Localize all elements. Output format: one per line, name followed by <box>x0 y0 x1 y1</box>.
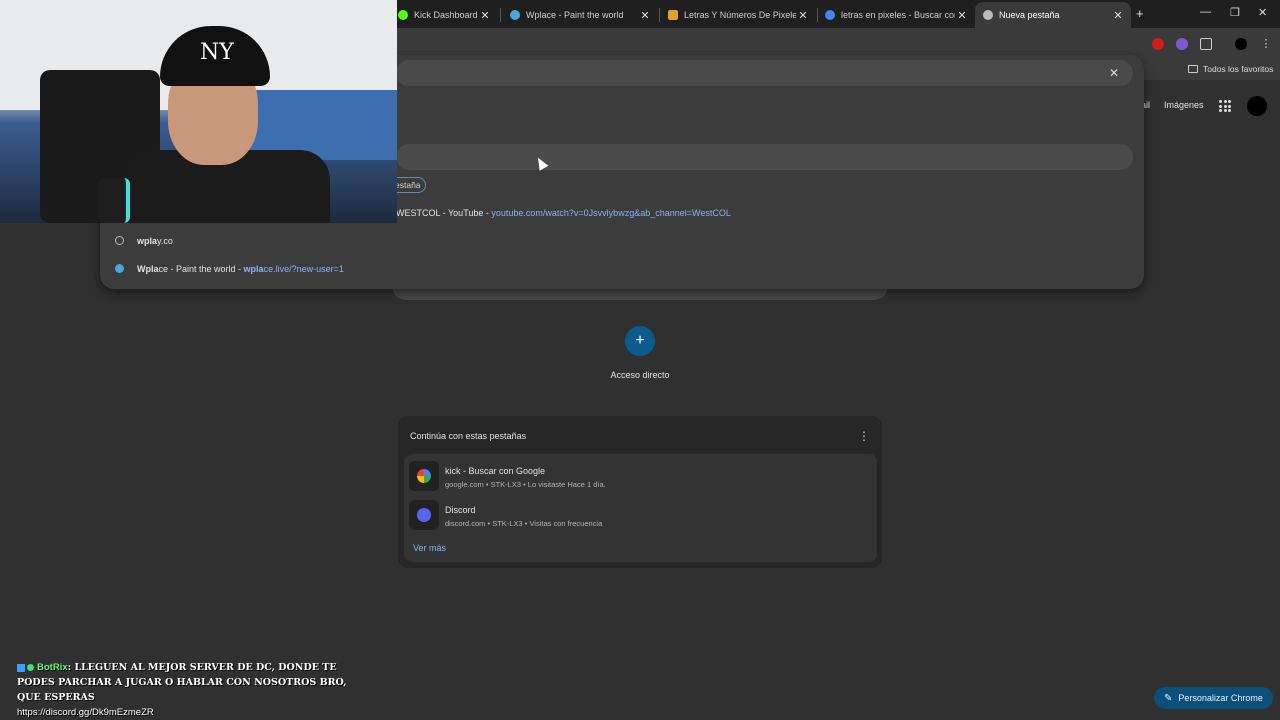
verified-badge-icon <box>27 664 34 671</box>
wplace-suggestion[interactable]: Wplace - Paint the world - wplace.live/?… <box>137 264 344 274</box>
tab-separator <box>500 8 501 22</box>
suggestion-title: WESTCOL - YouTube <box>396 208 484 218</box>
close-icon[interactable]: ✕ <box>478 9 492 22</box>
suggestion-url-match: wpla <box>243 264 264 274</box>
microphone <box>98 178 130 223</box>
google-icon <box>409 461 439 491</box>
clear-icon[interactable]: ✕ <box>1109 66 1119 80</box>
add-shortcut-button[interactable]: + <box>625 326 655 356</box>
tab-letras-pixeles[interactable]: letras en pixeles - Buscar con G ✕ <box>817 2 975 28</box>
bot-badge-icon <box>17 663 25 672</box>
tab-title: Nueva pestaña <box>999 10 1060 20</box>
puzzle-icon[interactable] <box>1200 38 1212 50</box>
tab-title: Letras Y Números De Pixeles Ve <box>684 10 796 20</box>
images-link[interactable]: Imágenes <box>1164 100 1204 110</box>
browser-window: Kick Dashboard ✕ Wplace - Paint the worl… <box>0 0 1280 720</box>
suggestion-rest: y.co <box>157 236 173 246</box>
account-avatar[interactable] <box>1247 96 1267 116</box>
suggestion-rest: ce - Paint the world - <box>158 264 244 274</box>
tab-title: Wplace - Paint the world <box>526 10 624 20</box>
history-suggestion[interactable]: WESTCOL - YouTube - youtube.com/watch?v=… <box>396 208 731 218</box>
wplace-icon <box>115 264 124 273</box>
chat-link: https://discord.gg/Dk9mEzmeZR <box>17 707 154 718</box>
tab-title: letras en pixeles - Buscar con G <box>841 10 955 20</box>
see-more-link[interactable]: Ver más <box>413 543 446 553</box>
window-close-icon[interactable]: ✕ <box>1258 6 1267 19</box>
list-item-title[interactable]: kick - Buscar con Google <box>445 466 545 476</box>
discord-icon <box>409 500 439 530</box>
tab-title: Kick Dashboard <box>414 10 478 20</box>
close-icon[interactable]: ✕ <box>796 9 810 22</box>
tab-wplace[interactable]: Wplace - Paint the world ✕ <box>502 2 658 28</box>
omnibox-input[interactable] <box>396 60 1133 86</box>
all-bookmarks-button[interactable]: Todos los favoritos <box>1188 64 1273 74</box>
tab-nueva-pestana[interactable]: Nueva pestaña ✕ <box>975 2 1131 28</box>
list-item-subtitle: google.com • STK-LX3 • Lo visitaste Hace… <box>445 480 606 489</box>
chrome-icon <box>983 10 993 20</box>
chat-username: BotRix <box>37 662 68 673</box>
close-icon[interactable]: ✕ <box>638 9 652 22</box>
close-icon[interactable]: ✕ <box>1111 9 1125 22</box>
suggestion-url: youtube.com/watch?v=0Jsvvlybwzg&ab_chann… <box>491 208 731 218</box>
globe-icon <box>115 236 124 245</box>
customize-chrome-button[interactable]: ✎ Personalizar Chrome <box>1154 687 1273 709</box>
suggestion-url: ce.live/?new-user=1 <box>263 264 344 274</box>
card-title: Continúa con estas pestañas <box>410 431 527 441</box>
new-tab-button[interactable]: + <box>1136 6 1144 21</box>
list-item-subtitle: discord.com • STK-LX3 • Visitas con frec… <box>445 519 603 528</box>
menu-kebab-icon[interactable]: ⋮ <box>1260 38 1272 50</box>
minimize-icon[interactable]: — <box>1200 6 1211 18</box>
chat-message: BotRix: LLEGUEN AL MEJOR SERVER DE DC, D… <box>17 660 347 720</box>
webcam-overlay: NY <box>0 0 397 223</box>
more-options-icon[interactable]: ⋮ <box>858 429 870 443</box>
url-suggestion[interactable]: wplay.co <box>137 236 173 246</box>
tab-kick-dashboard[interactable]: Kick Dashboard ✕ <box>390 2 498 28</box>
tab-letras-numeros[interactable]: Letras Y Números De Pixeles Ve ✕ <box>660 2 816 28</box>
extension-icon[interactable] <box>1152 38 1164 50</box>
google-apps-icon[interactable] <box>1219 100 1231 112</box>
kick-icon <box>398 10 408 20</box>
wplace-icon <box>510 10 520 20</box>
selected-suggestion-row[interactable] <box>396 144 1133 170</box>
profile-icon[interactable] <box>1235 38 1247 50</box>
list-item-title[interactable]: Discord <box>445 505 476 515</box>
customize-label: Personalizar Chrome <box>1178 693 1263 703</box>
folder-icon <box>1188 65 1198 73</box>
shortcut-label: Acceso directo <box>610 370 670 380</box>
123-icon <box>668 10 678 20</box>
all-bookmarks-label: Todos los favoritos <box>1203 64 1274 74</box>
suggestion-match: Wpla <box>137 264 159 274</box>
extension-icon[interactable] <box>1176 38 1188 50</box>
pencil-icon: ✎ <box>1164 692 1173 704</box>
cap-logo: NY <box>200 40 234 65</box>
close-icon[interactable]: ✕ <box>955 9 969 22</box>
google-icon <box>825 10 835 20</box>
suggestion-match: wpla <box>137 236 158 246</box>
restore-icon[interactable]: ❐ <box>1230 6 1240 19</box>
